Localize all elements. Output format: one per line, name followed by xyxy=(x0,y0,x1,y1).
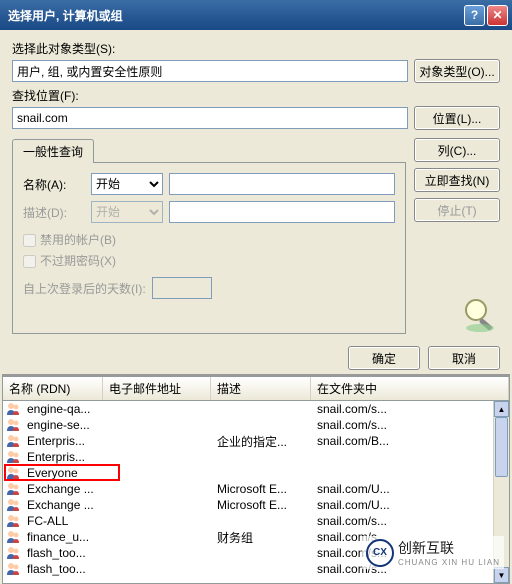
scroll-up-arrow[interactable]: ▲ xyxy=(494,401,509,417)
days-since-input xyxy=(152,277,212,299)
group-icon xyxy=(5,546,21,560)
window-title: 选择用户, 计算机或组 xyxy=(4,7,462,24)
cell-name: Enterpris... xyxy=(21,450,103,464)
cell-folder: snail.com/s... xyxy=(311,514,509,528)
cell-desc: 财务组 xyxy=(211,529,311,546)
cell-name: Exchange ... xyxy=(21,498,103,512)
nonexpiring-pwd-checkbox: 不过期密码(X) xyxy=(23,252,395,269)
days-since-label: 自上次登录后的天数(I): xyxy=(23,280,146,297)
cell-name: Everyone xyxy=(21,466,103,480)
cell-desc: Microsoft E... xyxy=(211,498,311,512)
name-input[interactable] xyxy=(169,173,395,195)
desc-input[interactable] xyxy=(169,201,395,223)
dialog-body: 选择此对象类型(S): 对象类型(O)... 查找位置(F): 位置(L)...… xyxy=(0,30,512,338)
scroll-thumb[interactable] xyxy=(495,417,508,477)
group-icon xyxy=(5,498,21,512)
group-icon xyxy=(5,418,21,432)
group-icon xyxy=(5,466,21,480)
cell-name: Exchange ... xyxy=(21,482,103,496)
stop-button: 停止(T) xyxy=(414,198,500,222)
col-header-name[interactable]: 名称 (RDN) xyxy=(3,377,103,400)
table-row[interactable]: Exchange ... Microsoft E...snail.com/U... xyxy=(3,497,509,513)
cell-folder: snail.com/s... xyxy=(311,402,509,416)
group-icon xyxy=(5,530,21,544)
find-now-button[interactable]: 立即查找(N) xyxy=(414,168,500,192)
ok-button[interactable]: 确定 xyxy=(348,346,420,370)
table-row[interactable]: engine-qa... snail.com/s... xyxy=(3,401,509,417)
group-icon xyxy=(5,562,21,576)
group-icon xyxy=(5,482,21,496)
cell-folder: snail.com/s... xyxy=(311,418,509,432)
cell-name: FC-ALL xyxy=(21,514,103,528)
tab-content: 名称(A): 开始 描述(D): 开始 禁用的帐户(B) 不过期密码(X) 自上… xyxy=(12,162,406,334)
cell-name: engine-se... xyxy=(21,418,103,432)
group-icon xyxy=(5,434,21,448)
name-label: 名称(A): xyxy=(23,176,85,193)
table-row[interactable]: Everyone xyxy=(3,465,509,481)
cell-name: Enterpris... xyxy=(21,434,103,448)
disabled-accounts-checkbox: 禁用的帐户(B) xyxy=(23,231,395,248)
help-button[interactable]: ? xyxy=(464,5,485,26)
watermark-text: 创新互联 xyxy=(398,538,500,558)
name-op-select[interactable]: 开始 xyxy=(91,173,163,195)
tab-general-query[interactable]: 一般性查询 xyxy=(12,139,94,163)
cell-desc: Microsoft E... xyxy=(211,482,311,496)
cell-folder: snail.com/U... xyxy=(311,482,509,496)
cancel-button[interactable]: 取消 xyxy=(428,346,500,370)
cell-name: finance_u... xyxy=(21,530,103,544)
location-input[interactable] xyxy=(12,107,408,129)
search-icon xyxy=(460,294,500,334)
cell-name: flash_too... xyxy=(21,562,103,576)
table-row[interactable]: Enterpris... xyxy=(3,449,509,465)
cell-folder: snail.com/B... xyxy=(311,434,509,448)
col-header-email[interactable]: 电子邮件地址 xyxy=(103,377,211,400)
results-header: 名称 (RDN) 电子邮件地址 描述 在文件夹中 xyxy=(2,376,510,400)
location-label: 查找位置(F): xyxy=(12,87,500,104)
table-row[interactable]: FC-ALL snail.com/s... xyxy=(3,513,509,529)
col-header-desc[interactable]: 描述 xyxy=(211,377,311,400)
object-types-button[interactable]: 对象类型(O)... xyxy=(414,59,500,83)
cell-folder: snail.com/U... xyxy=(311,498,509,512)
table-row[interactable]: engine-se... snail.com/s... xyxy=(3,417,509,433)
cell-desc: 企业的指定... xyxy=(211,433,311,450)
watermark: CX 创新互联 CHUANG XIN HU LIAN xyxy=(362,536,504,569)
desc-label: 描述(D): xyxy=(23,204,85,221)
columns-button[interactable]: 列(C)... xyxy=(414,138,500,162)
watermark-sub: CHUANG XIN HU LIAN xyxy=(398,558,500,567)
group-icon xyxy=(5,402,21,416)
cell-name: flash_too... xyxy=(21,546,103,560)
group-icon xyxy=(5,514,21,528)
object-type-label: 选择此对象类型(S): xyxy=(12,40,500,57)
object-type-input[interactable] xyxy=(12,60,408,82)
watermark-logo-icon: CX xyxy=(366,539,394,567)
table-row[interactable]: Enterpris... 企业的指定...snail.com/B... xyxy=(3,433,509,449)
table-row[interactable]: Exchange ... Microsoft E...snail.com/U... xyxy=(3,481,509,497)
col-header-folder[interactable]: 在文件夹中 xyxy=(311,377,509,400)
cell-name: engine-qa... xyxy=(21,402,103,416)
desc-op-select: 开始 xyxy=(91,201,163,223)
close-button[interactable]: ✕ xyxy=(487,5,508,26)
locations-button[interactable]: 位置(L)... xyxy=(414,106,500,130)
group-icon xyxy=(5,450,21,464)
titlebar: 选择用户, 计算机或组 ? ✕ xyxy=(0,0,512,30)
